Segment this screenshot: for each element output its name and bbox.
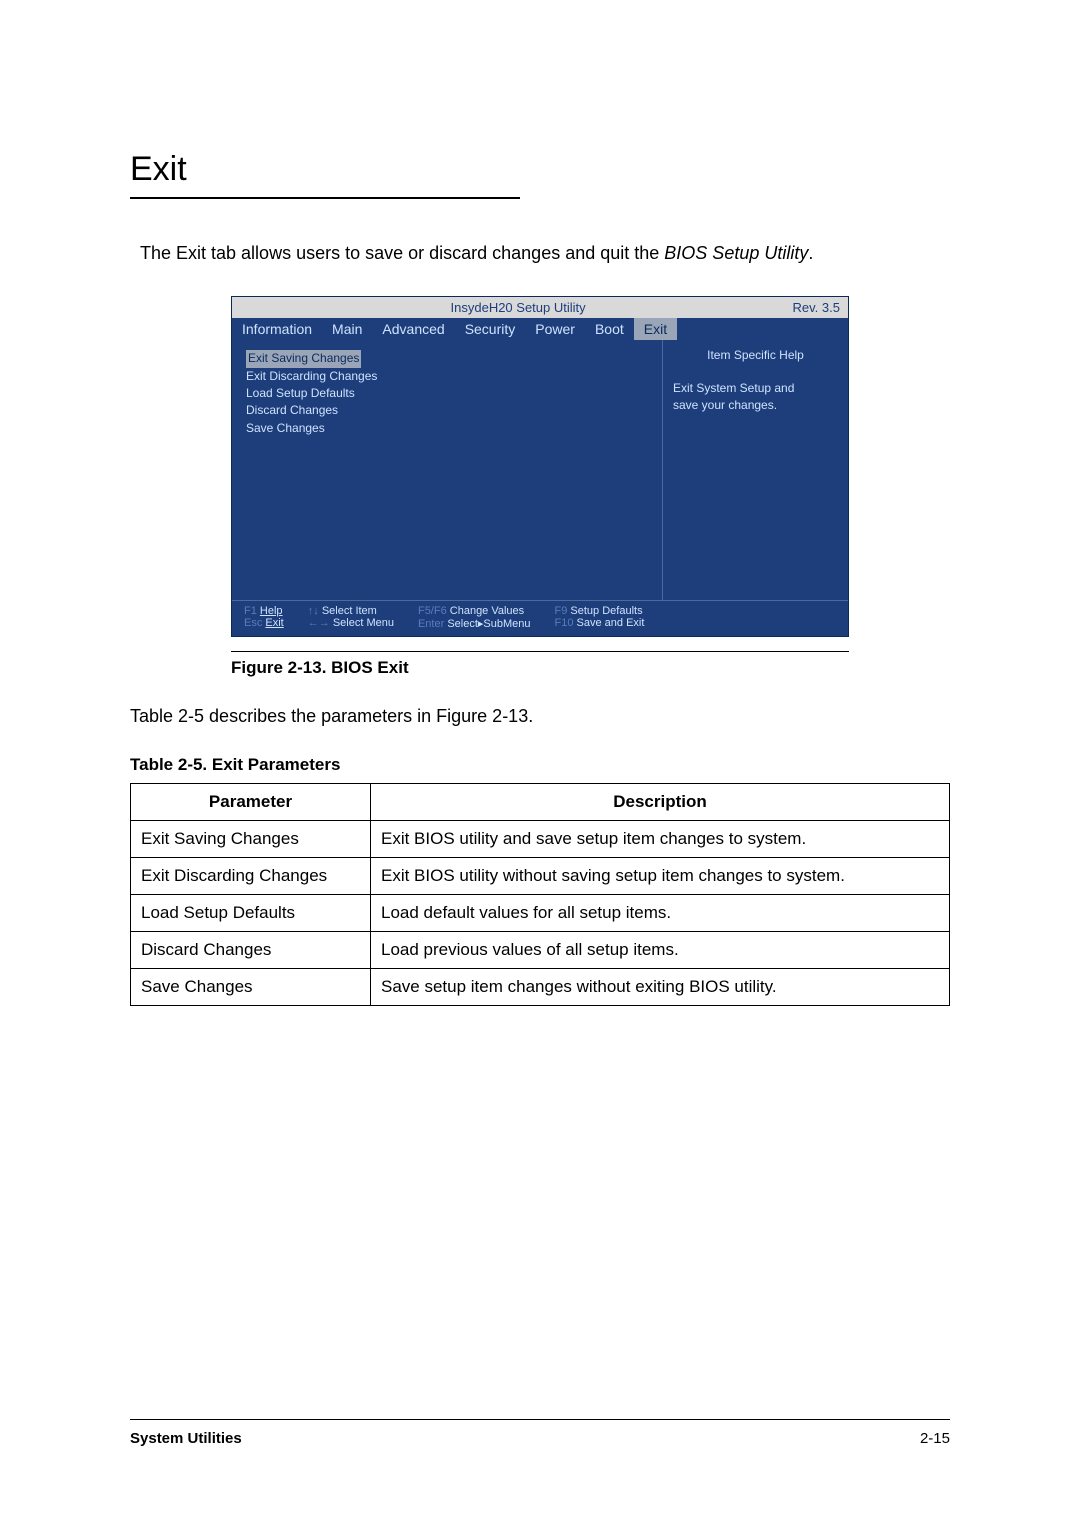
table-row: Exit Saving Changes Exit BIOS utility an… bbox=[131, 821, 950, 858]
desc-cell: Load previous values of all setup items. bbox=[371, 932, 950, 969]
exit-parameters-table: Parameter Description Exit Saving Change… bbox=[130, 783, 950, 1006]
bios-titlebar: . InsydeH20 Setup Utility Rev. 3.5 bbox=[232, 297, 848, 318]
table-header-description: Description bbox=[371, 784, 950, 821]
bios-tab-advanced[interactable]: Advanced bbox=[372, 318, 454, 340]
bios-tab-power[interactable]: Power bbox=[525, 318, 585, 340]
heading-rule bbox=[130, 197, 520, 199]
bios-footkey: F10 bbox=[555, 617, 574, 629]
section-heading: Exit bbox=[130, 150, 950, 189]
table-row: Discard Changes Load previous values of … bbox=[131, 932, 950, 969]
bios-menu-item[interactable]: Discard Changes bbox=[246, 402, 648, 419]
bios-footlbl: Select Menu bbox=[333, 617, 394, 629]
intro-suffix: . bbox=[808, 243, 813, 263]
bios-revision: Rev. 3.5 bbox=[793, 300, 840, 315]
table-row: Exit Discarding Changes Exit BIOS utilit… bbox=[131, 858, 950, 895]
bios-footkey: ←→ bbox=[308, 617, 330, 629]
bios-footlbl: Select Item bbox=[322, 605, 377, 617]
table-row: Load Setup Defaults Load default values … bbox=[131, 895, 950, 932]
bios-footlbl: Help bbox=[260, 605, 283, 617]
bios-menu-item[interactable]: Exit Saving Changes bbox=[246, 350, 361, 367]
bios-footlbl: Change Values bbox=[450, 605, 524, 617]
bios-menu-item[interactable]: Load Setup Defaults bbox=[246, 385, 648, 402]
bios-footlbl: Exit bbox=[265, 617, 283, 629]
footer-left: System Utilities bbox=[130, 1430, 242, 1447]
bios-footlbl: Save and Exit bbox=[577, 617, 645, 629]
bios-help-text: Exit System Setup and save your changes. bbox=[673, 380, 838, 414]
figure-caption: Figure 2-13. BIOS Exit bbox=[231, 658, 849, 678]
table-header-parameter: Parameter bbox=[131, 784, 371, 821]
bios-help-pane: Item Specific Help Exit System Setup and… bbox=[663, 340, 848, 600]
bios-footkey: F5/F6 bbox=[418, 605, 447, 617]
desc-cell: Exit BIOS utility and save setup item ch… bbox=[371, 821, 950, 858]
table-header-row: Parameter Description bbox=[131, 784, 950, 821]
caption-rule bbox=[231, 651, 849, 652]
bios-help-line1: Exit System Setup and bbox=[673, 381, 794, 395]
param-cell: Exit Saving Changes bbox=[131, 821, 371, 858]
bios-footkey: Enter bbox=[418, 618, 444, 630]
bios-footkey: ↑↓ bbox=[308, 605, 319, 617]
param-cell: Exit Discarding Changes bbox=[131, 858, 371, 895]
param-cell: Save Changes bbox=[131, 969, 371, 1006]
bios-tab-exit[interactable]: Exit bbox=[634, 318, 677, 340]
bios-footkey: F9 bbox=[555, 605, 568, 617]
bios-tab-main[interactable]: Main bbox=[322, 318, 372, 340]
desc-cell: Exit BIOS utility without saving setup i… bbox=[371, 858, 950, 895]
bios-footer: F1 Help Esc Exit ↑↓ Select Item ←→ Selec… bbox=[232, 600, 848, 636]
bios-tabs: Information Main Advanced Security Power… bbox=[232, 318, 848, 340]
bios-footkey: Esc bbox=[244, 617, 262, 629]
bios-menu-item[interactable]: Save Changes bbox=[246, 420, 648, 437]
bios-help-header: Item Specific Help bbox=[673, 348, 838, 362]
param-cell: Discard Changes bbox=[131, 932, 371, 969]
bios-tab-information[interactable]: Information bbox=[232, 318, 322, 340]
intro-text: The Exit tab allows users to save or dis… bbox=[140, 243, 664, 263]
intro-paragraph: The Exit tab allows users to save or dis… bbox=[140, 241, 950, 266]
bios-menu-item[interactable]: Exit Discarding Changes bbox=[246, 368, 648, 385]
bios-tab-security[interactable]: Security bbox=[455, 318, 526, 340]
intro-italic: BIOS Setup Utility bbox=[664, 243, 808, 263]
table-caption: Table 2-5. Exit Parameters bbox=[130, 755, 950, 775]
param-cell: Load Setup Defaults bbox=[131, 895, 371, 932]
bios-footkey: F1 bbox=[244, 605, 257, 617]
bios-footlbl: Select▸SubMenu bbox=[447, 618, 530, 630]
desc-cell: Load default values for all setup items. bbox=[371, 895, 950, 932]
bios-help-line2: save your changes. bbox=[673, 398, 777, 412]
desc-cell: Save setup item changes without exiting … bbox=[371, 969, 950, 1006]
bios-screenshot: . InsydeH20 Setup Utility Rev. 3.5 Infor… bbox=[231, 296, 849, 637]
page-footer: System Utilities 2-15 bbox=[130, 1419, 950, 1447]
bios-menu: Exit Saving Changes Exit Discarding Chan… bbox=[232, 340, 663, 600]
bios-title-text: InsydeH20 Setup Utility bbox=[451, 300, 586, 315]
table-row: Save Changes Save setup item changes wit… bbox=[131, 969, 950, 1006]
bios-tab-boot[interactable]: Boot bbox=[585, 318, 634, 340]
body-text: Table 2-5 describes the parameters in Fi… bbox=[130, 706, 950, 727]
footer-right: 2-15 bbox=[920, 1430, 950, 1447]
bios-footlbl: Setup Defaults bbox=[570, 605, 642, 617]
